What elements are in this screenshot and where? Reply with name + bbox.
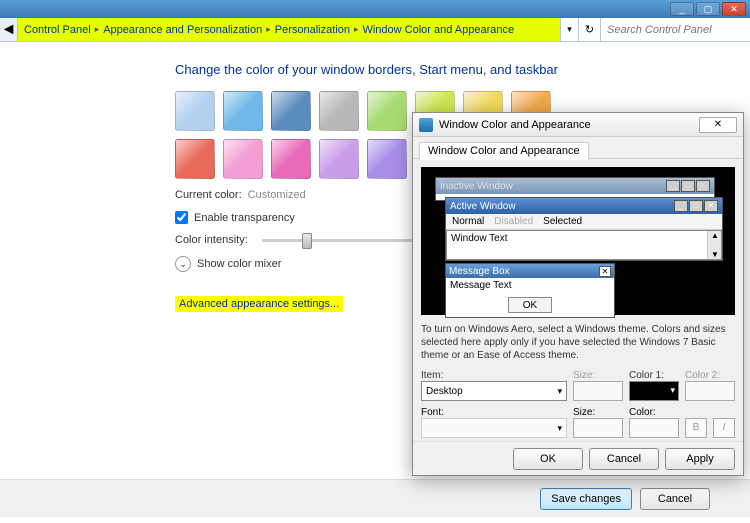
- preview-window-text[interactable]: Window Text: [446, 230, 722, 260]
- slider-thumb[interactable]: [302, 233, 312, 249]
- refresh-icon[interactable]: ↻: [578, 18, 600, 41]
- cancel-button[interactable]: Cancel: [640, 488, 710, 510]
- color2-label: Color 2:: [685, 370, 720, 381]
- search-input[interactable]: [601, 18, 750, 41]
- expand-icon[interactable]: ⌄: [175, 256, 191, 272]
- breadcrumb-item[interactable]: Window Color and Appearance: [362, 24, 514, 36]
- dialog-tab[interactable]: Window Color and Appearance: [419, 142, 589, 160]
- dialog-apply-button[interactable]: Apply: [665, 448, 735, 470]
- main-footer: Save changes Cancel: [0, 479, 750, 517]
- nav-back-icon[interactable]: ◄: [0, 18, 18, 41]
- color-swatch[interactable]: [319, 139, 359, 179]
- breadcrumb-item[interactable]: Appearance and Personalization: [103, 24, 262, 36]
- close-button[interactable]: ✕: [722, 2, 746, 16]
- color-swatch[interactable]: [271, 91, 311, 131]
- color-swatch[interactable]: [223, 91, 263, 131]
- size-label: Size:: [573, 370, 595, 381]
- dialog-title-text: Window Color and Appearance: [439, 119, 591, 131]
- font-label: Font:: [421, 407, 444, 418]
- current-color-value: Customized: [248, 189, 306, 201]
- menu-selected[interactable]: Selected: [543, 216, 582, 227]
- dialog-icon: [419, 118, 433, 132]
- color2-button: [685, 381, 735, 401]
- color1-button[interactable]: [629, 381, 679, 401]
- size-spinner: [573, 381, 623, 401]
- item-label: Item:: [421, 370, 443, 381]
- inactive-window-title: Inactive Window: [440, 181, 513, 192]
- preview-message-box[interactable]: Message Box ✕ Message Text OK: [445, 263, 615, 318]
- show-color-mixer-label: Show color mixer: [197, 258, 281, 270]
- window-text-label: Window Text: [451, 233, 508, 244]
- breadcrumb-item[interactable]: Control Panel: [24, 24, 91, 36]
- color-swatch[interactable]: [367, 91, 407, 131]
- font-row: Font: Size: Color: B I: [421, 407, 735, 438]
- item-combo-value: Desktop: [426, 386, 463, 397]
- color-swatch[interactable]: [319, 91, 359, 131]
- save-changes-button[interactable]: Save changes: [540, 488, 632, 510]
- message-text: Message Text: [446, 278, 614, 295]
- search-box[interactable]: [600, 18, 750, 41]
- dialog-body: Inactive Window _□✕ Active Window _□✕ No…: [413, 159, 743, 446]
- message-box-title: Message Box: [449, 266, 510, 277]
- enable-transparency-checkbox[interactable]: [175, 211, 188, 224]
- preview-scrollbar[interactable]: [707, 231, 721, 259]
- breadcrumb-item[interactable]: Personalization: [275, 24, 350, 36]
- item-combo[interactable]: Desktop: [421, 381, 567, 401]
- color1-label: Color 1:: [629, 370, 664, 381]
- color-swatch[interactable]: [175, 139, 215, 179]
- preview-menubar[interactable]: Normal Disabled Selected: [446, 214, 722, 230]
- font-color-label: Color:: [629, 407, 656, 418]
- menu-normal[interactable]: Normal: [452, 216, 484, 227]
- bold-button: B: [685, 418, 707, 438]
- dialog-footer: OK Cancel Apply: [413, 441, 743, 475]
- address-dropdown-icon[interactable]: ▾: [560, 18, 578, 41]
- preview-active-window[interactable]: Active Window _□✕ Normal Disabled Select…: [445, 197, 723, 261]
- maximize-button[interactable]: ▢: [696, 2, 720, 16]
- color-swatch[interactable]: [367, 139, 407, 179]
- color-intensity-label: Color intensity:: [175, 234, 248, 246]
- active-window-title: Active Window: [450, 201, 516, 212]
- advanced-appearance-link[interactable]: Advanced appearance settings...: [175, 296, 343, 312]
- color-swatch[interactable]: [175, 91, 215, 131]
- dialog-titlebar: Window Color and Appearance ✕: [413, 113, 743, 137]
- minimize-button[interactable]: _: [670, 2, 694, 16]
- msgbox-close-icon[interactable]: ✕: [599, 266, 611, 277]
- breadcrumb[interactable]: Control Panel▸ Appearance and Personaliz…: [18, 18, 560, 41]
- font-combo: [421, 418, 567, 438]
- dialog-help-text: To turn on Windows Aero, select a Window…: [421, 323, 735, 362]
- dialog-cancel-button[interactable]: Cancel: [589, 448, 659, 470]
- color-swatch[interactable]: [271, 139, 311, 179]
- item-row: Item: Desktop Size: Color 1: Color 2:: [421, 370, 735, 401]
- current-color-label: Current color:: [175, 189, 242, 201]
- font-size-combo: [573, 418, 623, 438]
- window-color-dialog: Window Color and Appearance ✕ Window Col…: [412, 112, 744, 476]
- dialog-tabstrip: Window Color and Appearance: [413, 137, 743, 159]
- font-color-button: [629, 418, 679, 438]
- address-bar: ◄ Control Panel▸ Appearance and Personal…: [0, 18, 750, 42]
- font-size-label: Size:: [573, 407, 595, 418]
- msgbox-ok-button[interactable]: OK: [508, 297, 552, 313]
- window-titlebar: _ ▢ ✕: [0, 0, 750, 18]
- dialog-close-button[interactable]: ✕: [699, 117, 737, 133]
- menu-disabled: Disabled: [494, 216, 533, 227]
- enable-transparency-label: Enable transparency: [194, 212, 295, 224]
- dialog-ok-button[interactable]: OK: [513, 448, 583, 470]
- italic-button: I: [713, 418, 735, 438]
- color-swatch[interactable]: [223, 139, 263, 179]
- page-title: Change the color of your window borders,…: [175, 62, 750, 77]
- preview-pane: Inactive Window _□✕ Active Window _□✕ No…: [421, 167, 735, 315]
